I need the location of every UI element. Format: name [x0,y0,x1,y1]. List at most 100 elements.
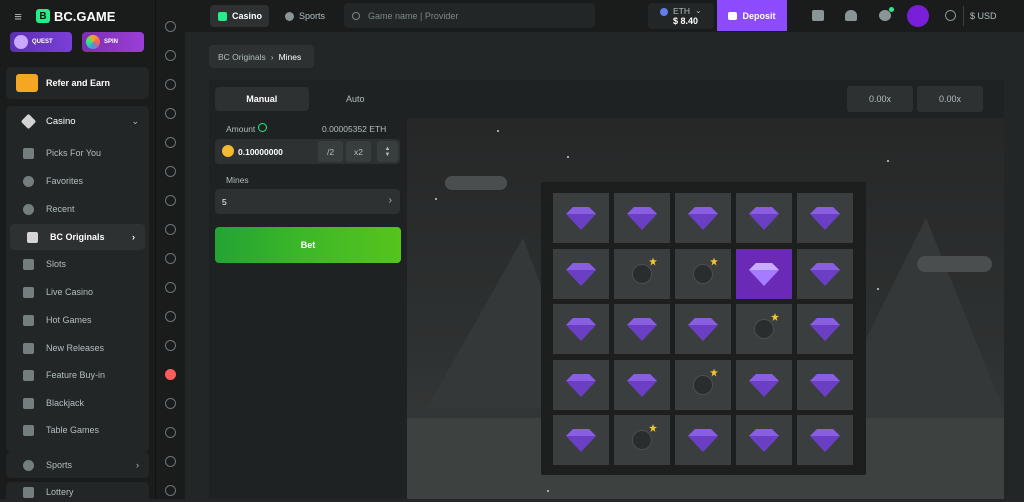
rail-icon[interactable] [165,427,176,438]
mines-select[interactable]: 5 › [215,189,400,214]
breadcrumb-parent[interactable]: BC Originals [218,52,266,62]
gem-tile[interactable] [675,304,731,354]
live-casino-label: Live Casino [46,287,94,297]
mines-rail-icon[interactable] [165,369,176,380]
rail-icon[interactable] [165,21,176,32]
sidebar-item-favorites[interactable]: Favorites [6,168,149,194]
rail-icon[interactable] [165,166,176,177]
feature-buy-in-label: Feature Buy-in [46,370,106,380]
gem-tile[interactable] [736,359,792,410]
sidebar-item-picks[interactable]: Picks For You [6,140,149,166]
logo[interactable]: B BC.GAME [36,9,115,24]
menu-icon[interactable]: ≡ [0,0,36,32]
tab-sports[interactable]: Sports [281,5,331,27]
bet-button[interactable]: Bet [215,227,401,263]
gem-tile[interactable] [736,415,792,465]
sidebar-item-slots[interactable]: Slots [6,251,149,277]
gem-icon [688,429,718,452]
sidebar-item-sports[interactable]: Sports › [6,452,149,478]
rail-icon[interactable] [165,485,176,496]
gem-tile[interactable] [614,193,670,243]
rail-icon[interactable] [165,224,176,235]
new-icon [23,342,34,354]
rail-icon[interactable] [165,340,176,351]
rail-icon[interactable] [165,398,176,409]
rail-icon[interactable] [165,195,176,206]
table-games-label: Table Games [46,425,100,435]
sidebar-item-recent[interactable]: Recent [6,196,149,222]
search-icon [352,11,360,20]
rail-icon[interactable] [165,282,176,293]
amount-eth-value: 0.00005352 ETH [322,124,387,134]
mine-tile[interactable] [736,304,792,354]
gem-tile[interactable] [797,415,853,465]
mail-icon[interactable] [812,10,824,21]
gem-tile[interactable] [553,359,609,410]
mine-tile[interactable] [614,415,670,465]
globe-icon[interactable] [945,10,956,21]
sidebar-item-live-casino[interactable]: Live Casino [6,279,149,305]
gem-tile[interactable] [797,193,853,243]
tab-manual[interactable]: Manual [215,87,309,111]
rail-icon[interactable] [165,253,176,264]
tab-auto[interactable]: Auto [309,87,403,111]
rail-icon[interactable] [165,456,176,467]
double-button[interactable]: x2 [346,141,371,162]
spin-promo[interactable]: SPIN [82,32,144,52]
mine-tile[interactable] [614,248,670,299]
gem-tile[interactable] [736,248,792,299]
sidebar-item-casino[interactable]: Casino ⌄ [6,108,149,134]
amount-input[interactable]: 0.10000000 /2 x2 ▲ ▼ [215,139,400,164]
clock-icon [23,203,34,215]
chat-icon[interactable] [879,10,891,21]
online-dot [889,7,894,12]
search-input[interactable]: Game name | Provider [344,3,595,28]
chevron-down-icon: ⌄ [131,115,139,126]
sidebar-item-new-releases[interactable]: New Releases [6,335,149,361]
gem-tile[interactable] [553,248,609,299]
mine-tile[interactable] [675,248,731,299]
sidebar-item-blackjack[interactable]: Blackjack [6,390,149,416]
half-button[interactable]: /2 [318,141,343,162]
gem-tile[interactable] [553,193,609,243]
quest-promo[interactable]: QUEST [10,32,72,52]
wallet-selector[interactable]: ETH ⌄ $ 8.40 [648,3,714,29]
gem-tile[interactable] [553,415,609,465]
fiat-selector[interactable]: $ USD [970,11,997,21]
rail-icon[interactable] [165,50,176,61]
mine-tile[interactable] [675,359,731,410]
gem-icon [810,429,840,452]
tab-casino[interactable]: Casino [210,5,269,27]
rail-icon[interactable] [165,108,176,119]
logo-text: BC.GAME [54,8,116,24]
gem-tile[interactable] [675,193,731,243]
refer-and-earn[interactable]: Refer and Earn [6,67,149,99]
gem-tile[interactable] [614,304,670,354]
sidebar-item-feature-buy-in[interactable]: Feature Buy-in [6,362,149,388]
gem-tile[interactable] [553,304,609,354]
sidebar-item-bc-originals[interactable]: BC Originals › [10,224,145,250]
deposit-button[interactable]: Deposit [717,0,787,31]
avatar[interactable] [907,5,929,27]
gem-icon [566,262,596,286]
sidebar-item-table-games[interactable]: Table Games [6,417,149,443]
sidebar-item-hot-games[interactable]: Hot Games [6,307,149,333]
rail-icon[interactable] [165,137,176,148]
rail-icon[interactable] [165,311,176,322]
sidebar-item-lottery[interactable]: Lottery [6,482,149,502]
rail-icon[interactable] [165,79,176,90]
bell-icon[interactable] [845,10,857,21]
gem-tile[interactable] [614,359,670,410]
gem-tile[interactable] [675,415,731,465]
gem-tile[interactable] [797,359,853,410]
gem-tile[interactable] [797,248,853,299]
casino-label: Casino [46,115,76,127]
amount-stepper[interactable]: ▲ ▼ [377,141,398,162]
info-icon[interactable] [258,123,267,132]
gem-tile[interactable] [797,304,853,354]
gem-tile[interactable] [736,193,792,243]
bomb-icon [693,374,713,395]
hot-games-label: Hot Games [46,315,92,325]
breadcrumb-current: Mines [278,51,302,62]
fire-icon [23,314,34,326]
